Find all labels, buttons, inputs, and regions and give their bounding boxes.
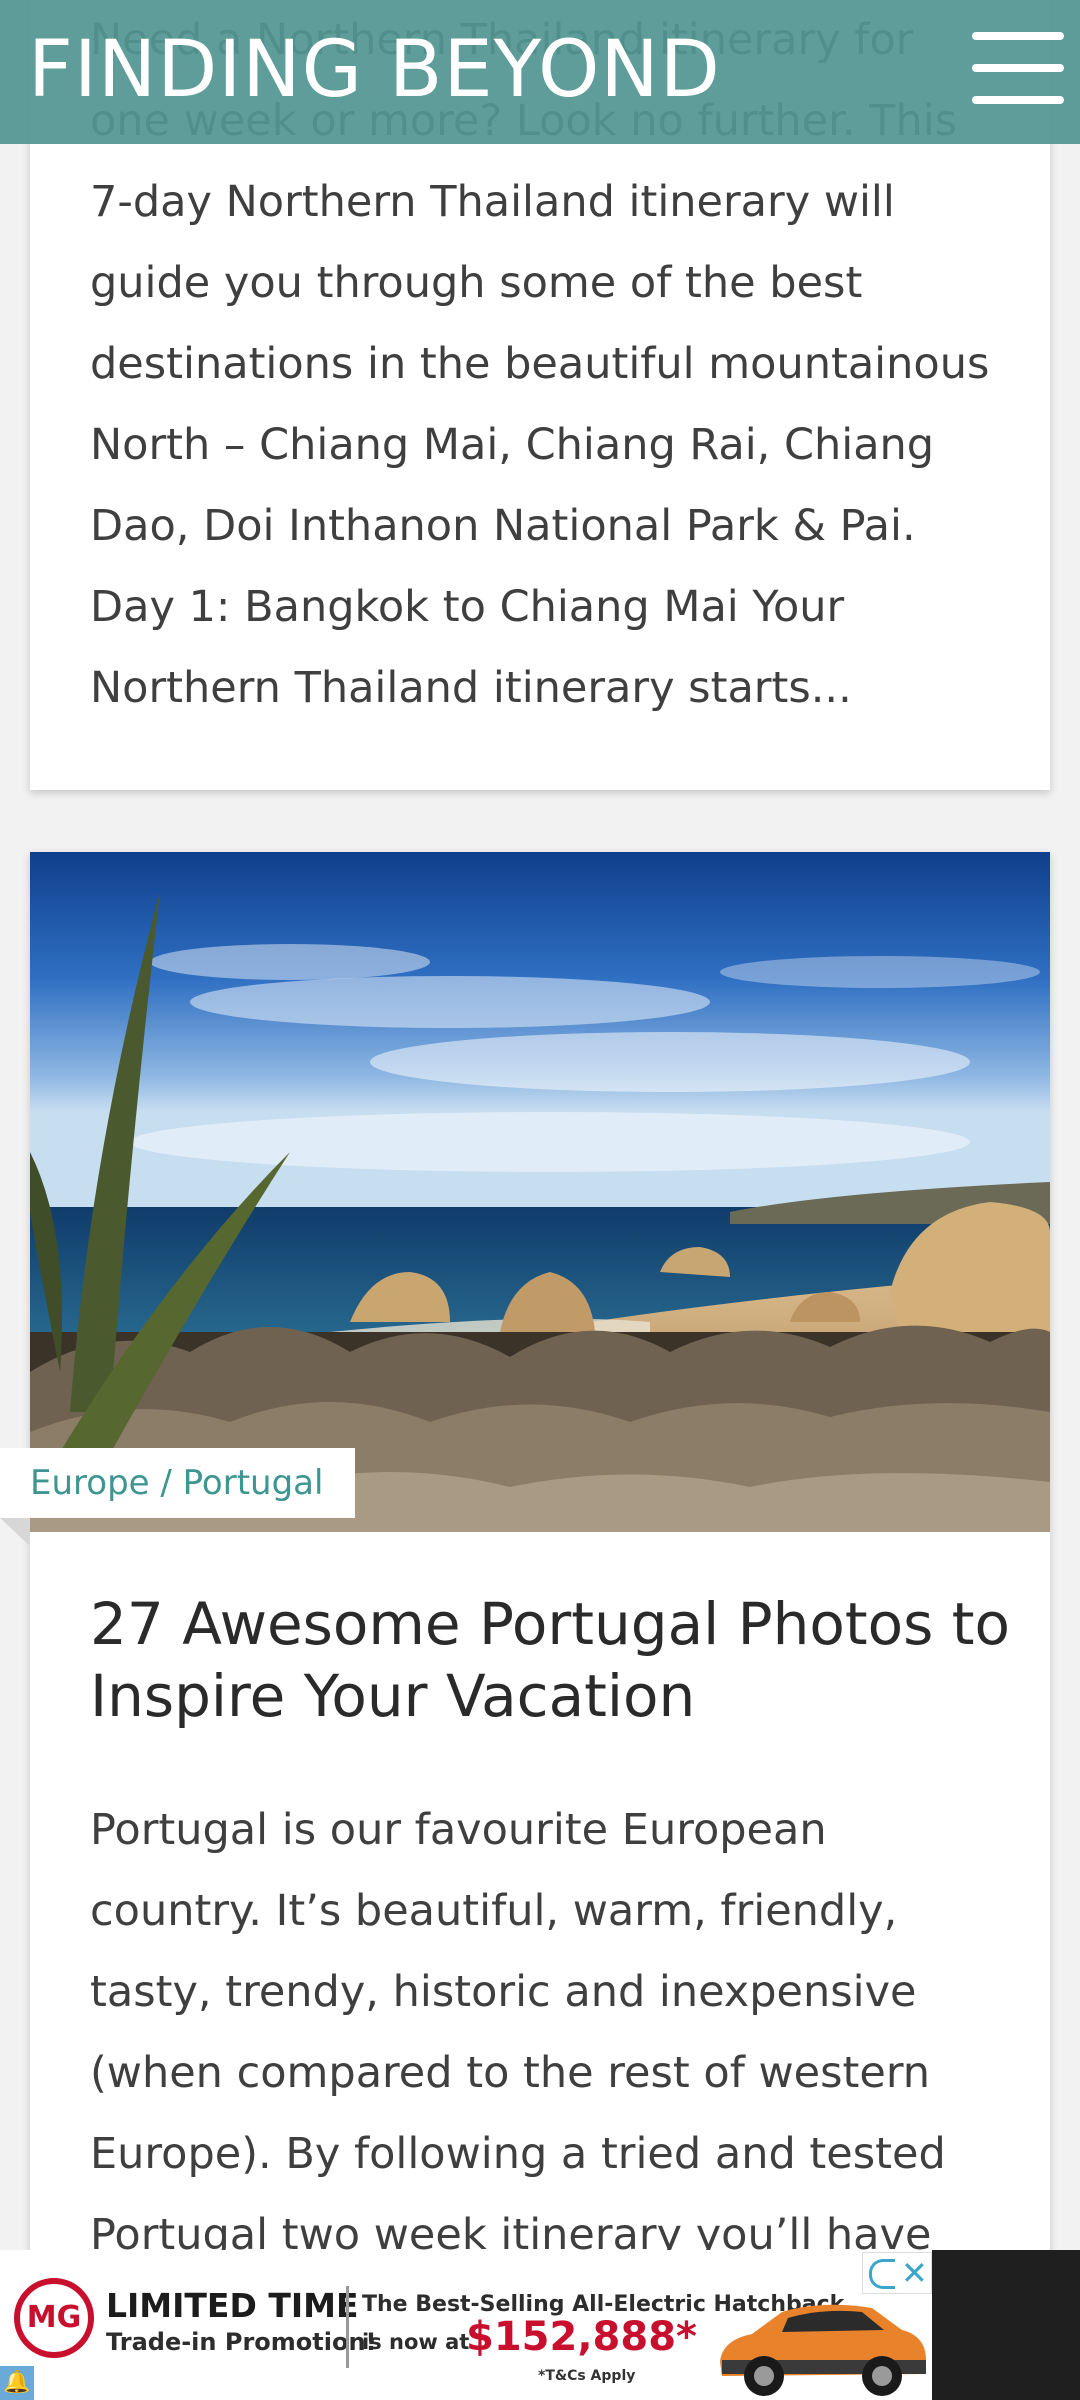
adchoices-icon[interactable]: ✕ (862, 2252, 932, 2294)
site-logo[interactable]: FINDING BEYOND (28, 22, 721, 118)
menu-bar (972, 32, 1064, 40)
ad-price: $152,888* (466, 2314, 697, 2360)
ad-headline: LIMITED TIME (106, 2286, 359, 2325)
menu-bar (972, 96, 1064, 104)
ad-content[interactable]: MG LIMITED TIME Trade-in Promotion! The … (0, 2250, 932, 2400)
ad-terms: *T&Cs Apply (538, 2368, 636, 2384)
ad-subline: Trade-in Promotion! (106, 2328, 377, 2356)
portugal-beach-photo (30, 852, 1050, 1532)
post-excerpt: Portugal is our favourite European count… (90, 1805, 946, 2260)
adchoices-x: ✕ (901, 2254, 928, 2292)
menu-bar (972, 64, 1064, 72)
site-header: FINDING BEYOND (0, 0, 1080, 144)
ad-close-area: lll° (932, 2250, 1080, 2400)
car-image (720, 2304, 926, 2396)
post-card-portugal[interactable]: Europe / Portugal 27 Awesome Portugal Ph… (0, 852, 1050, 2400)
mg-logo: MG (14, 2278, 94, 2358)
post-title[interactable]: 27 Awesome Portugal Photos to Inspire Yo… (90, 1588, 1010, 1732)
ad-banner[interactable]: MG LIMITED TIME Trade-in Promotion! The … (0, 2250, 1080, 2400)
bell-icon[interactable]: 🔔 (0, 2366, 34, 2400)
adchoices-i-shape (869, 2259, 895, 2289)
category-tag[interactable]: Europe / Portugal (0, 1448, 356, 1518)
post-featured-image[interactable] (30, 852, 1050, 1532)
category-tag-fold (0, 1518, 30, 1546)
page: Need a Northern Thailand itinerary for o… (0, 0, 1080, 2400)
ad-divider (346, 2286, 349, 2368)
ad-copy-line2: is now at (362, 2330, 470, 2354)
hamburger-menu-icon[interactable] (972, 32, 1064, 104)
